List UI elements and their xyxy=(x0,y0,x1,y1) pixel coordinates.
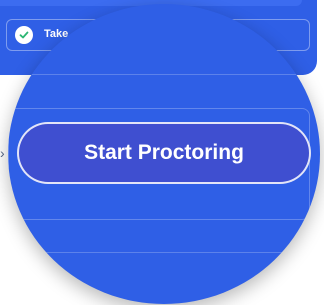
divider-line xyxy=(8,74,320,75)
chevron-right-icon: › xyxy=(0,145,5,161)
start-proctoring-button[interactable]: Start Proctoring xyxy=(17,122,311,184)
check-circle-icon xyxy=(15,26,33,44)
magnifier-lens: Start Proctoring xyxy=(8,4,320,304)
divider-line xyxy=(8,252,320,253)
